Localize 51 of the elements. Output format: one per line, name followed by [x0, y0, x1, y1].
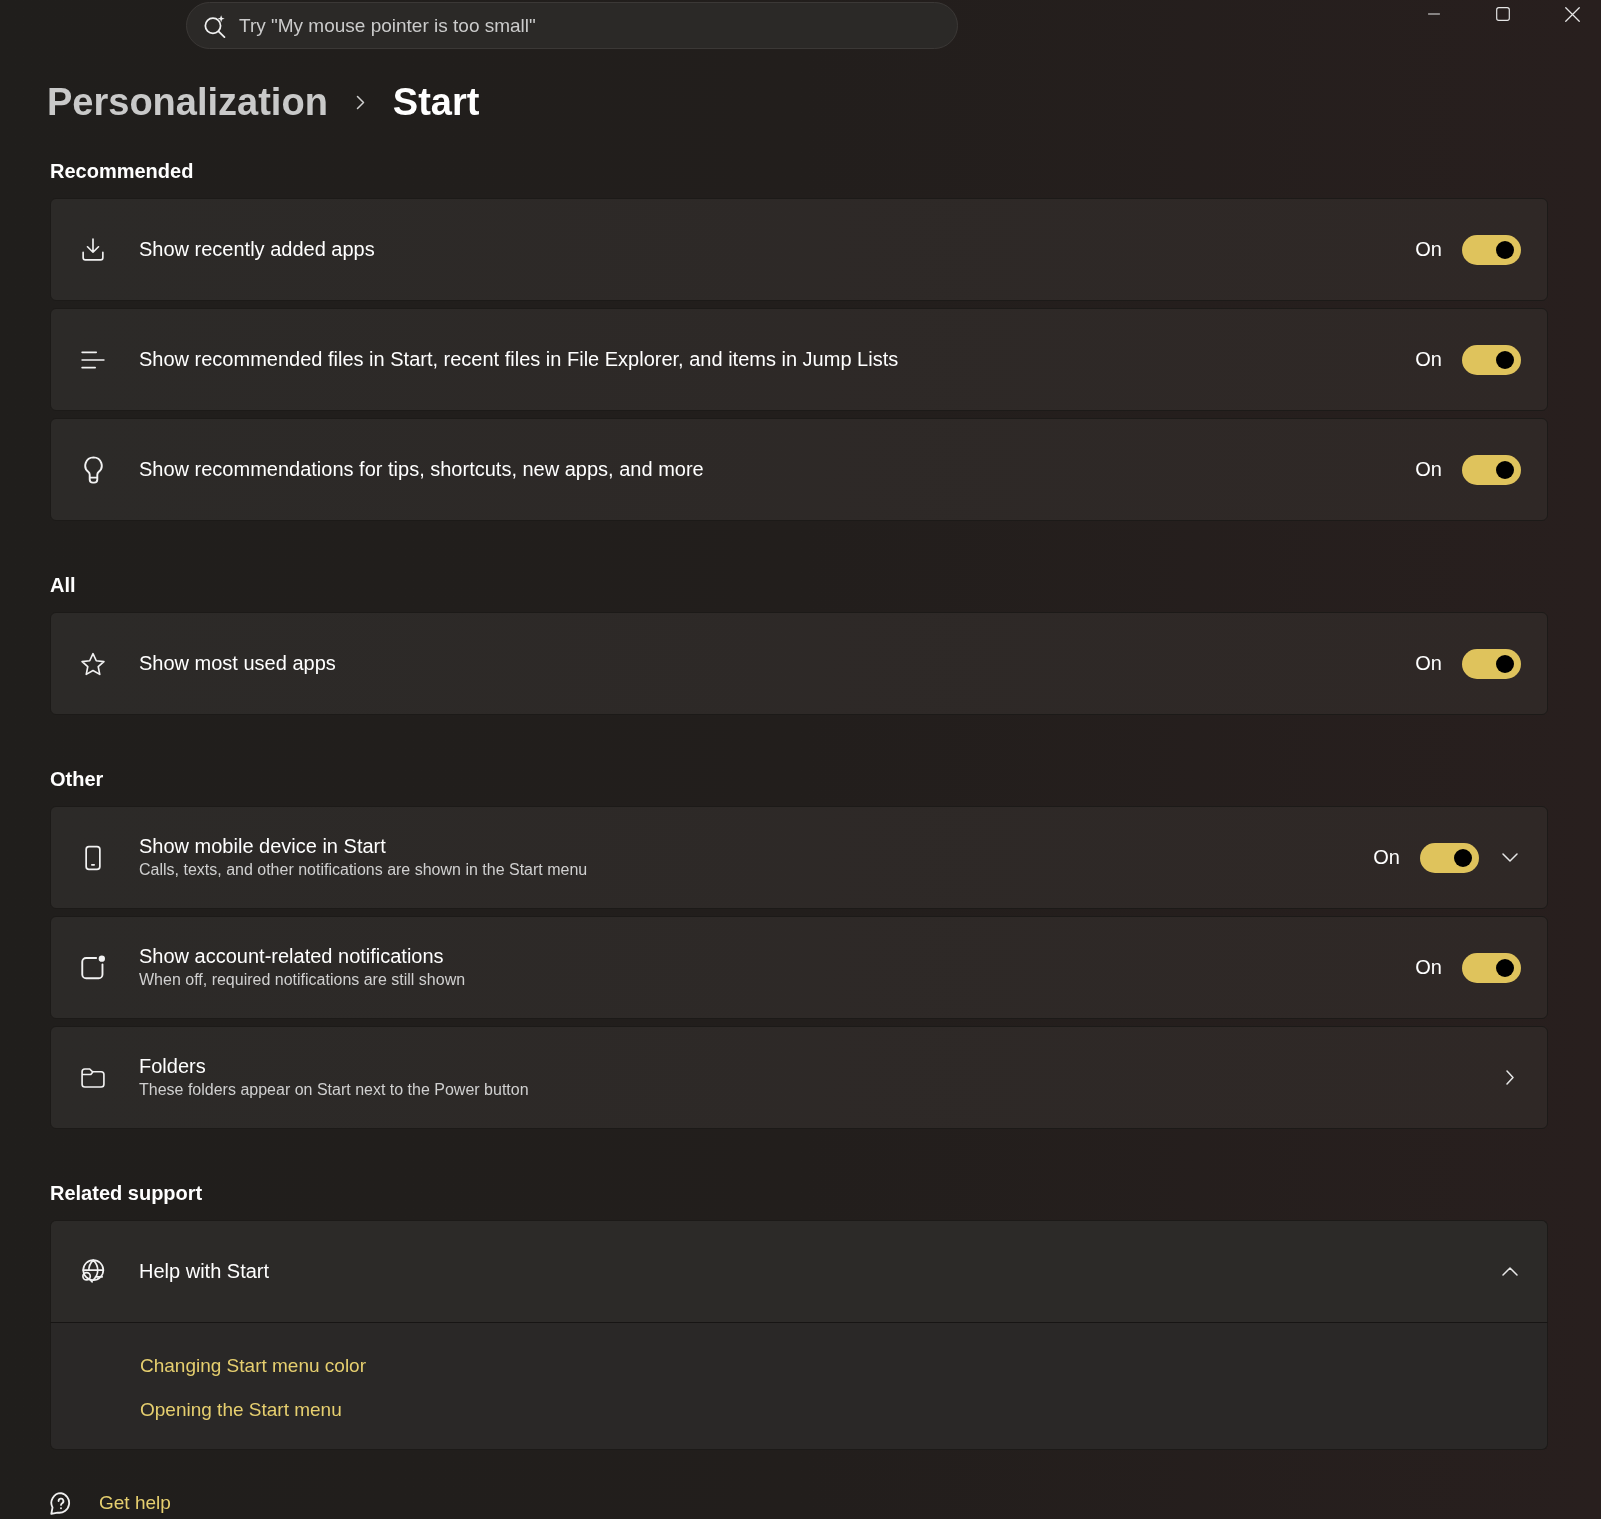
help-bubble-icon [50, 1491, 72, 1515]
page-title: Start [392, 80, 480, 125]
phone-icon [85, 844, 101, 871]
toggle-state-label: On [1415, 955, 1442, 980]
chevron-up-icon[interactable] [1502, 1267, 1518, 1276]
search-icon [204, 14, 226, 38]
breadcrumb-chevron-icon [355, 94, 365, 110]
toggle-switch[interactable] [1462, 648, 1521, 679]
setting-title: Folders [139, 1054, 207, 1079]
star-icon [81, 650, 105, 677]
download-icon [82, 238, 104, 261]
lightbulb-icon [83, 455, 103, 484]
section-heading: Related support [50, 1181, 204, 1206]
folder-icon [81, 1065, 105, 1090]
setting-title: Show most used apps [139, 651, 336, 676]
square-dot-icon [81, 954, 105, 981]
toggle-state-label: On [1415, 237, 1442, 262]
chevron-down-icon[interactable] [1502, 853, 1518, 862]
list-icon [81, 349, 105, 370]
setting-title: Show mobile device in Start [139, 834, 387, 859]
breadcrumb-link[interactable]: Personalization [47, 78, 328, 126]
setting-title: Show account-related notifications [139, 944, 445, 969]
setting-title: Show recommended files in Start, recent files in File Explorer, and items in Jump Lists [139, 347, 899, 372]
get-help-link[interactable]: Get help [99, 1490, 171, 1516]
toggle-state-label: On [1415, 347, 1442, 372]
toggle-state-label: On [1415, 651, 1442, 676]
chevron-right-icon [1506, 1070, 1514, 1085]
toggle-switch[interactable] [1420, 842, 1479, 873]
setting-card[interactable]: Folders These folders appear on Start next to the Power button [50, 1026, 1548, 1129]
toggle-state-label: On [1373, 845, 1400, 870]
expander-header[interactable]: Help with Start [50, 1220, 1548, 1323]
toggle-switch[interactable] [1462, 344, 1521, 375]
toggle-switch[interactable] [1462, 454, 1521, 485]
help-link[interactable]: Changing Start menu color [140, 1353, 366, 1379]
help-link[interactable]: Opening the Start menu [140, 1397, 342, 1423]
toggle-switch[interactable] [1462, 234, 1521, 265]
section-heading: Other [50, 767, 105, 792]
toggle-switch[interactable] [1462, 952, 1521, 983]
section-heading: Recommended [50, 159, 195, 184]
setting-title: Show recently added apps [139, 237, 375, 262]
setting-title: Show recommendations for tips, shortcuts, new apps, and more [139, 457, 704, 482]
toggle-state-label: On [1415, 457, 1442, 482]
close-icon [1564, 6, 1580, 22]
setting-description: When off, required notifications are still shown [139, 970, 466, 990]
setting-description: These folders appear on Start next to the Power button [139, 1080, 529, 1100]
section-heading: All [50, 573, 77, 598]
minimize-icon [1427, 13, 1441, 15]
setting-description: Calls, texts, and other notifications are shown in the Start menu [139, 860, 588, 880]
maximize-icon [1496, 7, 1510, 21]
setting-title: Help with Start [139, 1259, 270, 1284]
search-field[interactable]: Try "My mouse pointer is too small" [186, 2, 958, 49]
